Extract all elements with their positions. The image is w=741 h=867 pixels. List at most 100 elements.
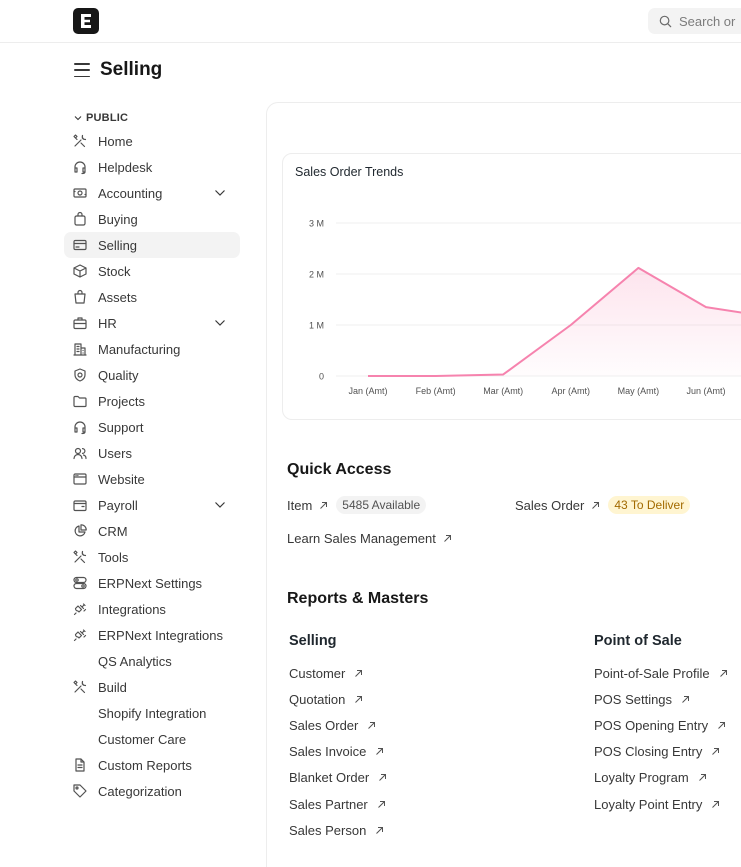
arrow-up-right-icon — [376, 826, 384, 834]
sidebar-item-projects[interactable]: Projects — [64, 388, 240, 414]
y-tick-label: 0 — [319, 372, 324, 382]
report-link-blanket-order[interactable]: Blanket Order — [289, 770, 387, 785]
pie-chart-icon — [72, 523, 88, 539]
sidebar-item-label: HR — [98, 315, 117, 331]
file-icon — [72, 757, 88, 773]
search-bar[interactable]: Search or — [648, 8, 741, 34]
sidebar-item-integrations[interactable]: Integrations — [64, 596, 240, 622]
sidebar-item-accounting[interactable]: Accounting — [64, 180, 240, 206]
report-link-label: Loyalty Point Entry — [594, 796, 703, 812]
report-link-pos-opening-entry[interactable]: POS Opening Entry — [594, 718, 726, 733]
sidebar-item-label: Helpdesk — [98, 159, 153, 175]
x-tick-label: Jun (Amt) — [686, 386, 725, 396]
sidebar-item-label: Payroll — [98, 497, 138, 513]
arrow-up-right-icon — [355, 696, 363, 703]
sidebar-item-website[interactable]: Website — [64, 466, 240, 492]
chevron-down-icon[interactable] — [214, 189, 226, 197]
sidebar-item-erpnext-integrations[interactable]: ERPNext Integrations — [64, 622, 240, 648]
report-link-point-of-sale-profile[interactable]: Point-of-Sale Profile — [594, 666, 728, 681]
sidebar-item-payroll[interactable]: Payroll — [64, 492, 240, 518]
sidebar-item-label: Users — [98, 445, 132, 461]
quick-access-heading: Quick Access — [287, 461, 392, 478]
report-link-label: Point-of-Sale Profile — [594, 666, 710, 681]
sidebar-icon-placeholder — [72, 731, 88, 747]
arrow-up-right-icon — [379, 774, 387, 782]
sidebar-item-helpdesk[interactable]: Helpdesk — [64, 154, 240, 180]
sidebar-item-custom-reports[interactable]: Custom Reports — [64, 752, 240, 778]
quick-link-learn-sales-management[interactable]: Learn Sales Management — [287, 531, 452, 546]
sidebar-item-label: Quality — [98, 367, 139, 383]
series-area — [368, 267, 741, 376]
quick-link-label: Learn Sales Management — [287, 531, 436, 546]
sidebar: PUBLIC Home Helpdesk Accounting Buying Selli… — [64, 108, 240, 804]
arrow-up-right-icon — [592, 501, 600, 509]
x-tick-label: May (Amt) — [618, 386, 660, 396]
cash-icon — [72, 185, 88, 201]
sidebar-item-erpnext-settings[interactable]: ERPNext Settings — [64, 570, 240, 596]
sidebar-item-manufacturing[interactable]: Manufacturing — [64, 336, 240, 362]
arrow-up-right-icon — [719, 670, 727, 677]
tools-icon — [72, 133, 88, 149]
sidebar-item-label: QS Analytics — [98, 653, 172, 669]
sidebar-item-stock[interactable]: Stock — [64, 258, 240, 284]
sidebar-section-public[interactable]: PUBLIC — [64, 108, 240, 128]
status-badge: 5485 Available — [336, 496, 427, 514]
arrow-up-right-icon — [712, 748, 720, 756]
sidebar-item-quality[interactable]: Quality — [64, 362, 240, 388]
users-icon — [72, 445, 88, 461]
sidebar-section-label: PUBLIC — [86, 112, 129, 124]
sidebar-item-label: Website — [98, 471, 145, 487]
report-link-label: Loyalty Program — [594, 770, 689, 786]
sidebar-item-categorization[interactable]: Categorization — [64, 778, 240, 804]
briefcase-icon — [72, 315, 88, 331]
menu-toggle-icon[interactable] — [74, 63, 90, 77]
sidebar-item-tools[interactable]: Tools — [64, 544, 240, 570]
plug-icon — [72, 601, 88, 617]
chevron-down-icon[interactable] — [214, 501, 226, 509]
erpnext-logo-icon[interactable] — [73, 8, 99, 34]
chevron-down-icon[interactable] — [214, 319, 226, 327]
sales-order-trends-chart: 0 1 M 2 M 3 M Jan (Amt) Feb (Amt) Mar (Amt) Ap… — [309, 219, 741, 396]
y-tick-label: 3 M — [309, 219, 324, 229]
report-link-pos-closing-entry[interactable]: POS Closing Entry — [594, 744, 720, 759]
card-icon — [72, 237, 88, 253]
sidebar-item-label: Selling — [98, 237, 138, 253]
sidebar-item-label: Integrations — [98, 601, 166, 617]
arrow-up-right-icon — [712, 800, 720, 808]
report-link-customer[interactable]: Customer — [289, 666, 363, 681]
sidebar-item-selling[interactable]: Selling — [64, 232, 240, 258]
search-placeholder: Search or — [679, 13, 736, 29]
arrow-up-right-icon — [376, 748, 384, 756]
report-link-loyalty-program[interactable]: Loyalty Program — [594, 770, 707, 785]
sidebar-item-home[interactable]: Home — [64, 128, 240, 154]
sidebar-item-label: Manufacturing — [98, 341, 181, 357]
sidebar-item-label: Build — [98, 679, 127, 695]
sidebar-item-support[interactable]: Support — [64, 414, 240, 440]
y-tick-label: 1 M — [309, 321, 324, 331]
report-link-sales-partner[interactable]: Sales Partner — [289, 797, 386, 812]
sidebar-item-assets[interactable]: Assets — [64, 284, 240, 310]
sidebar-icon-placeholder — [72, 653, 88, 669]
sidebar-item-build[interactable]: Build — [64, 674, 240, 700]
sidebar-item-label: Accounting — [98, 185, 163, 201]
sidebar-item-shopify-integration[interactable]: Shopify Integration — [64, 700, 240, 726]
report-link-sales-invoice[interactable]: Sales Invoice — [289, 744, 384, 759]
top-navbar: Search or — [0, 0, 741, 43]
report-link-quotation[interactable]: Quotation — [289, 692, 363, 707]
chevron-down-icon — [74, 116, 82, 121]
sidebar-item-hr[interactable]: HR — [64, 310, 240, 336]
sidebar-item-crm[interactable]: CRM — [64, 518, 240, 544]
sidebar-item-customer-care[interactable]: Customer Care — [64, 726, 240, 752]
toggles-icon — [72, 575, 88, 591]
report-link-sales-person[interactable]: Sales Person — [289, 823, 384, 838]
report-link-pos-settings[interactable]: POS Settings — [594, 692, 690, 707]
reports-column-title: Selling — [289, 633, 337, 649]
report-link-sales-order[interactable]: Sales Order — [289, 718, 376, 733]
quick-link-item[interactable]: Item 5485 Available — [287, 496, 427, 514]
report-link-loyalty-point-entry[interactable]: Loyalty Point Entry — [594, 797, 720, 812]
sidebar-item-buying[interactable]: Buying — [64, 206, 240, 232]
sidebar-item-label: Customer Care — [98, 731, 187, 747]
sidebar-item-qs-analytics[interactable]: QS Analytics — [64, 648, 240, 674]
quick-link-sales-order[interactable]: Sales Order 43 To Deliver — [515, 496, 691, 514]
sidebar-item-users[interactable]: Users — [64, 440, 240, 466]
